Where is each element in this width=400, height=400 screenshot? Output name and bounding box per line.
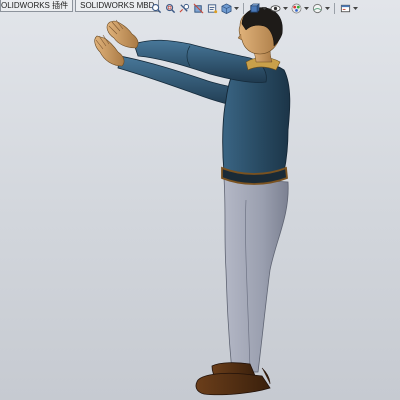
edit-appearance-button[interactable] bbox=[290, 2, 302, 14]
zoom-area-icon bbox=[165, 3, 175, 13]
dynamic-annotation-button[interactable] bbox=[206, 2, 218, 14]
view-settings-icon bbox=[340, 4, 350, 12]
display-style-icon bbox=[249, 2, 260, 13]
chevron-down-icon bbox=[262, 6, 267, 10]
hide-show-items-button[interactable] bbox=[269, 2, 281, 14]
zoom-area-button[interactable] bbox=[164, 2, 176, 14]
zoom-to-fit-icon bbox=[151, 3, 161, 13]
chevron-down-icon bbox=[234, 6, 239, 10]
previous-view-icon bbox=[179, 3, 189, 13]
display-style-button[interactable] bbox=[248, 2, 260, 14]
hide-show-dropdown[interactable] bbox=[283, 2, 288, 14]
command-manager-tabs: OLIDWORKS 插件 SOLIDWORKS MBD bbox=[0, 0, 161, 12]
view-settings-button[interactable] bbox=[339, 2, 351, 14]
dynamic-annotation-icon bbox=[207, 3, 217, 13]
chevron-down-icon bbox=[283, 6, 288, 10]
section-view-icon bbox=[193, 3, 203, 13]
chevron-down-icon bbox=[353, 6, 358, 10]
apply-scene-icon bbox=[312, 3, 322, 13]
zoom-to-fit-button[interactable] bbox=[150, 2, 162, 14]
previous-view-button[interactable] bbox=[178, 2, 190, 14]
hide-show-items-icon bbox=[269, 4, 281, 12]
display-style-dropdown[interactable] bbox=[262, 2, 267, 14]
appearance-dropdown[interactable] bbox=[304, 2, 309, 14]
view-settings-dropdown[interactable] bbox=[353, 2, 358, 14]
tab-solidworks-addins[interactable]: OLIDWORKS 插件 bbox=[0, 0, 74, 12]
edit-appearance-icon bbox=[291, 3, 301, 13]
chevron-down-icon bbox=[304, 6, 309, 10]
chevron-down-icon bbox=[325, 6, 330, 10]
view-orientation-icon bbox=[221, 3, 231, 14]
trousers bbox=[223, 177, 289, 373]
scene-dropdown[interactable] bbox=[325, 2, 330, 14]
section-view-button[interactable] bbox=[192, 2, 204, 14]
human-mannequin-model[interactable] bbox=[0, 0, 400, 400]
toolbar-separator bbox=[243, 2, 244, 14]
view-orientation-button[interactable] bbox=[220, 2, 232, 14]
right-shoe bbox=[195, 372, 271, 396]
apply-scene-button[interactable] bbox=[311, 2, 323, 14]
heads-up-view-toolbar bbox=[150, 1, 358, 15]
toolbar-separator bbox=[334, 2, 335, 14]
view-orientation-dropdown[interactable] bbox=[234, 2, 239, 14]
tab-solidworks-mbd[interactable]: SOLIDWORKS MBD bbox=[75, 0, 160, 12]
